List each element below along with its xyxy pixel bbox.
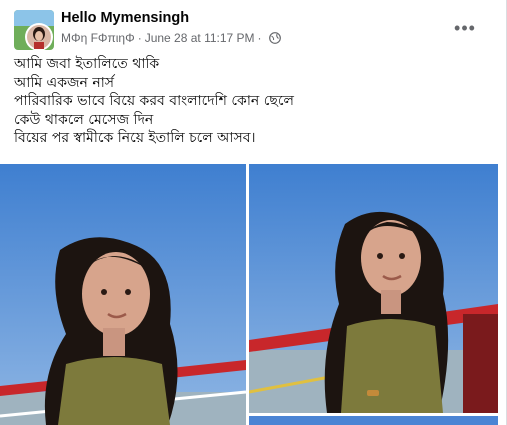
post-photo[interactable]: [0, 164, 246, 425]
post-text-line: আমি একজন নার্স: [14, 74, 115, 91]
group-avatar[interactable]: [14, 10, 54, 50]
post-text-line: আমি জবা ইতালিতে থাকি: [14, 56, 160, 72]
author-link[interactable]: MΦη FΦπιηΦ: [61, 31, 135, 45]
post-text-line: পারিবারিক ভাবে বিয়ে করব বাংলাদেশি কোন ছ…: [14, 93, 294, 109]
group-name-link[interactable]: Hello Mymensingh: [61, 10, 189, 26]
post-photo-edge[interactable]: [249, 416, 498, 425]
separator-dot: ·: [257, 31, 262, 45]
post-card: Hello Mymensingh MΦη FΦπιηΦ · June 28 at…: [0, 0, 507, 425]
post-text: আমি জবা ইতালিতে থাকি আমি একজন নার্স পারি…: [14, 55, 294, 148]
more-options-icon[interactable]: •••: [452, 18, 478, 38]
globe-icon[interactable]: [268, 32, 281, 44]
post-text-line: কেউ থাকলে মেসেজ দিন: [14, 111, 154, 128]
post-text-line: বিয়ের পর স্বামীকে নিয়ে ইতালি চলে আসব।: [14, 130, 256, 146]
separator-dot: ·: [137, 31, 142, 45]
post-timestamp[interactable]: June 28 at 11:17 PM: [145, 31, 255, 45]
post-photo[interactable]: [249, 164, 498, 413]
post-meta: MΦη FΦπιηΦ · June 28 at 11:17 PM ·: [61, 31, 281, 45]
